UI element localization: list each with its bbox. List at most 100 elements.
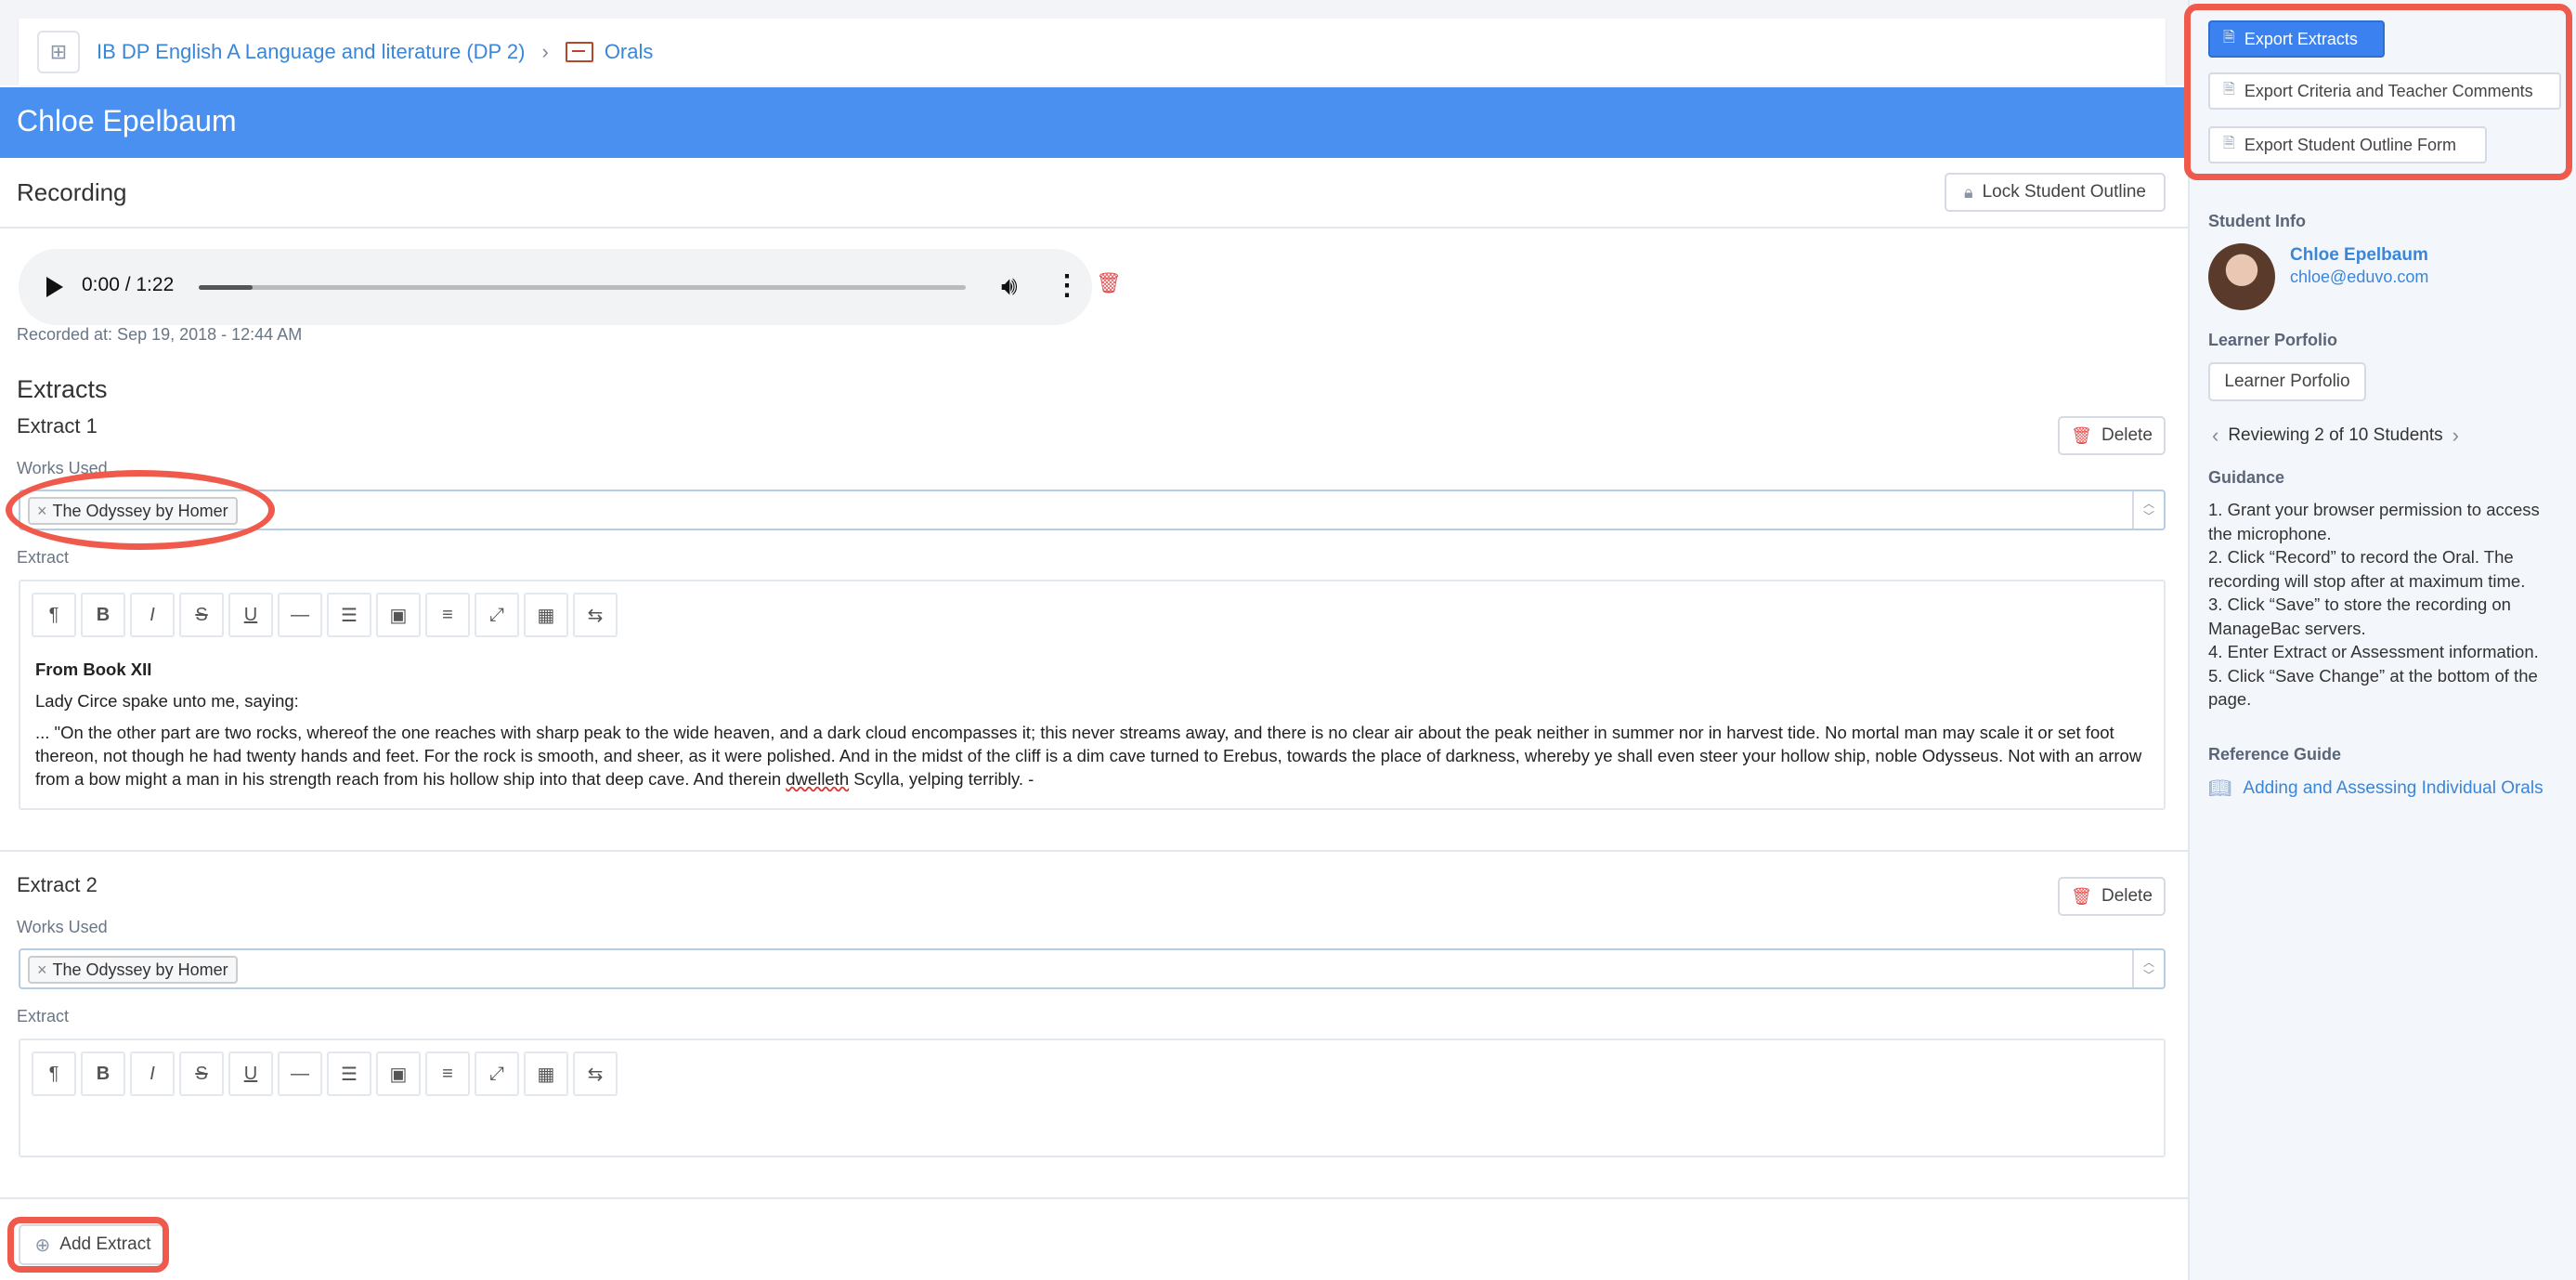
- horizontal-rule-icon[interactable]: —: [278, 593, 322, 637]
- lock-student-outline-label: Lock Student Outline: [1982, 182, 2146, 202]
- chevron-right-icon: ›: [541, 40, 549, 63]
- student-info-label: Student Info: [2208, 212, 2306, 230]
- breadcrumb-orals-link[interactable]: Orals: [605, 40, 654, 64]
- extract-1-delete-button[interactable]: 🗑︎ Delete: [2058, 416, 2166, 455]
- reference-guide-link[interactable]: 📖︎ Adding and Assessing Individual Orals: [2208, 777, 2543, 800]
- play-icon[interactable]: [46, 277, 63, 297]
- paragraph-icon[interactable]: ¶: [32, 1051, 76, 1096]
- list-icon[interactable]: ☰: [327, 593, 371, 637]
- works-used-label: Works Used: [17, 918, 108, 936]
- strikethrough-icon[interactable]: S: [179, 593, 224, 637]
- direction-icon[interactable]: ⇆: [573, 1051, 618, 1096]
- volume-icon[interactable]: 🔊︎: [1001, 271, 1018, 302]
- reference-guide-link-label: Adding and Assessing Individual Orals: [2243, 777, 2543, 798]
- guidance-item: 2. Click “Record” to record the Oral. Th…: [2208, 547, 2526, 591]
- section-divider: [0, 850, 2188, 852]
- bold-icon[interactable]: B: [81, 1051, 125, 1096]
- table-icon[interactable]: ▦: [524, 1051, 568, 1096]
- italic-icon[interactable]: I: [130, 593, 175, 637]
- guidance-item: 4. Enter Extract or Assessment informati…: [2208, 642, 2539, 661]
- breadcrumb: ⊞ IB DP English A Language and literatur…: [19, 19, 2166, 85]
- remove-tag-icon[interactable]: ×: [37, 960, 47, 980]
- extract-1-paragraph: ... "On the other part are two rocks, wh…: [35, 721, 2145, 790]
- recording-title: Recording: [17, 178, 127, 206]
- extract-label: Extract: [17, 1007, 70, 1025]
- misspelled-word: dwelleth: [786, 769, 850, 789]
- extract-2-works-select[interactable]: × The Odyssey by Homer ︿ ﹀: [19, 948, 2166, 989]
- work-tag[interactable]: × The Odyssey by Homer: [28, 956, 238, 984]
- strikethrough-icon[interactable]: S: [179, 1051, 224, 1096]
- recording-header: Recording: [0, 158, 2188, 229]
- image-icon[interactable]: ▣: [376, 1051, 421, 1096]
- lock-student-outline-button[interactable]: 🔒︎ Lock Student Outline: [1945, 173, 2166, 212]
- lock-icon: 🔒︎: [1964, 182, 1973, 202]
- section-divider: [0, 1197, 2188, 1199]
- fullscreen-icon[interactable]: ⤢: [475, 1051, 519, 1096]
- table-icon[interactable]: ▦: [524, 593, 568, 637]
- audio-time: 0:00 / 1:22: [82, 274, 175, 295]
- guidance-label: Guidance: [2208, 468, 2285, 487]
- extract-1-works-select[interactable]: × The Odyssey by Homer ︿ ﹀: [19, 490, 2166, 530]
- editor-toolbar: ¶ B I S U — ☰ ▣ ≡ ⤢ ▦ ⇆: [32, 593, 622, 637]
- delete-label: Delete: [2101, 886, 2153, 906]
- extract-1-editor[interactable]: ¶ B I S U — ☰ ▣ ≡ ⤢ ▦ ⇆ From Book XII La…: [19, 580, 2166, 810]
- extract-1-paragraph-b: Scylla, yelping terribly. -: [849, 769, 1034, 789]
- learner-portfolio-button[interactable]: Learner Porfolio: [2208, 362, 2366, 401]
- trash-icon: 🗑︎: [2071, 425, 2092, 445]
- work-tag-label: The Odyssey by Homer: [52, 960, 228, 979]
- audio-player: 0:00 / 1:22 🔊︎ ⋮: [19, 249, 1092, 325]
- chevron-left-icon[interactable]: ‹: [2212, 424, 2218, 448]
- fullscreen-icon[interactable]: ⤢: [475, 593, 519, 637]
- extracts-heading: Extracts: [17, 375, 108, 403]
- student-email-link[interactable]: chloe@eduvo.com: [2290, 268, 2428, 287]
- main-content: ⊞ IB DP English A Language and literatur…: [0, 0, 2188, 1280]
- guidance-item: 1. Grant your browser permission to acce…: [2208, 500, 2540, 543]
- reviewing-navigator: ‹ Reviewing 2 of 10 Students ›: [2212, 424, 2468, 448]
- delete-recording-icon[interactable]: 🗑︎: [1096, 271, 1122, 295]
- book-icon: 📖︎: [2208, 778, 2232, 799]
- direction-icon[interactable]: ⇆: [573, 593, 618, 637]
- underline-icon[interactable]: U: [228, 593, 273, 637]
- align-icon[interactable]: ≡: [425, 593, 470, 637]
- breadcrumb-area: ⊞ IB DP English A Language and literatur…: [0, 0, 2188, 85]
- guidance-item: 3. Click “Save” to store the recording o…: [2208, 594, 2511, 638]
- italic-icon[interactable]: I: [130, 1051, 175, 1096]
- extract-1-title: Extract 1: [17, 414, 98, 438]
- avatar: [2208, 243, 2275, 310]
- extract-2-editor[interactable]: ¶ B I S U — ☰ ▣ ≡ ⤢ ▦ ⇆: [19, 1038, 2166, 1157]
- more-options-icon[interactable]: ⋮: [1053, 269, 1081, 302]
- student-name-link[interactable]: Chloe Epelbaum: [2290, 245, 2428, 266]
- select-spinner-icon[interactable]: ︿ ﹀: [2132, 950, 2164, 987]
- list-icon[interactable]: ☰: [327, 1051, 371, 1096]
- trash-icon: 🗑︎: [2071, 886, 2092, 906]
- image-icon[interactable]: ▣: [376, 593, 421, 637]
- reviewing-label: Reviewing 2 of 10 Students: [2228, 425, 2443, 445]
- delete-label: Delete: [2101, 425, 2153, 445]
- guidance-item: 5. Click “Save Change” at the bottom of …: [2208, 665, 2538, 710]
- extract-1-heading: From Book XII: [35, 660, 152, 679]
- align-icon[interactable]: ≡: [425, 1051, 470, 1096]
- extract-2-title: Extract 2: [17, 873, 98, 896]
- annotation-box: [2184, 4, 2572, 180]
- orals-icon: [565, 42, 593, 62]
- extract-1-text[interactable]: From Book XII Lady Circe spake unto me, …: [35, 658, 2145, 799]
- horizontal-rule-icon[interactable]: —: [278, 1051, 322, 1096]
- annotation-box: [7, 1217, 169, 1273]
- extract-label: Extract: [17, 548, 70, 567]
- editor-toolbar: ¶ B I S U — ☰ ▣ ≡ ⤢ ▦ ⇆: [32, 1051, 622, 1096]
- reference-guide-label: Reference Guide: [2208, 745, 2342, 764]
- guidance-list: 1. Grant your browser permission to acce…: [2208, 498, 2561, 712]
- page-title: Chloe Epelbaum: [17, 104, 237, 137]
- audio-progress-bar[interactable]: [199, 285, 966, 290]
- bold-icon[interactable]: B: [81, 593, 125, 637]
- apps-grid-icon[interactable]: ⊞: [37, 31, 80, 73]
- select-spinner-icon[interactable]: ︿ ﹀: [2132, 491, 2164, 529]
- chevron-right-icon[interactable]: ›: [2452, 424, 2459, 448]
- extract-2-delete-button[interactable]: 🗑︎ Delete: [2058, 877, 2166, 916]
- underline-icon[interactable]: U: [228, 1051, 273, 1096]
- recorded-at: Recorded at: Sep 19, 2018 - 12:44 AM: [17, 325, 303, 344]
- student-banner: Chloe Epelbaum: [0, 87, 2188, 158]
- paragraph-icon[interactable]: ¶: [32, 593, 76, 637]
- breadcrumb-course-link[interactable]: IB DP English A Language and literature …: [97, 40, 525, 64]
- audio-progress-fill: [199, 285, 253, 290]
